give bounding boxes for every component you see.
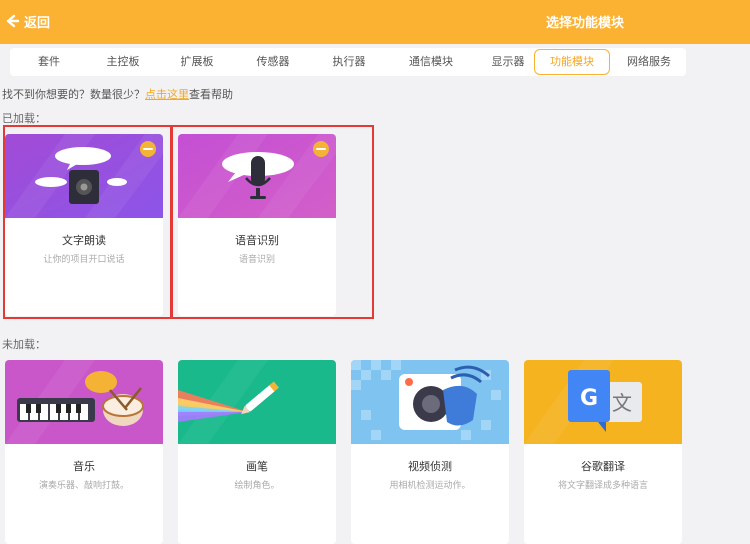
- help-link[interactable]: 点击这里: [145, 88, 189, 101]
- module-name: 画笔: [246, 460, 268, 473]
- module-name: 视频侦测: [408, 460, 452, 473]
- tab-network-service[interactable]: 网络服务: [614, 49, 684, 75]
- tab-mainboard[interactable]: 主控板: [90, 49, 156, 75]
- google-translate-banner: 文 G: [524, 360, 682, 444]
- video-sensing-banner: [351, 360, 509, 444]
- tab-kit[interactable]: 套件: [16, 49, 82, 75]
- pen-banner: [178, 360, 336, 444]
- help-hint: 找不到你想要的？数量很少？点击这里查看帮助: [2, 86, 233, 102]
- back-label: 返回: [24, 15, 51, 31]
- tab-display[interactable]: 显示器: [476, 49, 540, 75]
- tab-expansion-board[interactable]: 扩展板: [164, 49, 230, 75]
- back-button[interactable]: 返回: [4, 10, 50, 32]
- hint-text-after: 查看帮助: [189, 88, 233, 101]
- module-desc: 演奏乐器、敲响打鼓。: [38, 481, 129, 491]
- module-desc: 用相机检测运动作。: [389, 481, 471, 491]
- module-name: 谷歌翻译: [581, 460, 625, 473]
- module-desc: 将文字翻译成多种语言: [557, 481, 648, 491]
- tab-communication[interactable]: 通信模块: [390, 49, 472, 75]
- svg-text:G: G: [580, 386, 598, 411]
- top-bar: 返回 选择功能模块: [0, 0, 750, 44]
- module-card-music[interactable]: 音乐 演奏乐器、敲响打鼓。: [5, 360, 163, 544]
- back-arrow-icon: [6, 14, 20, 28]
- svg-text:文: 文: [612, 391, 632, 415]
- highlight-box: [3, 125, 172, 319]
- module-card-video-sensing[interactable]: 视频侦测 用相机检测运动作。: [351, 360, 509, 544]
- category-tabs: 套件 主控板 扩展板 传感器 执行器 通信模块 显示器 功能模块 网络服务: [10, 48, 686, 76]
- hint-text: 找不到你想要的？数量很少？: [2, 88, 145, 101]
- unloaded-label: 未加载：: [2, 338, 46, 351]
- module-card-google-translate[interactable]: 文 G 谷歌翻译 将文字翻译成多种语言: [524, 360, 682, 544]
- highlight-box: [171, 125, 374, 319]
- module-card-pen[interactable]: 画笔 绘制角色。: [178, 360, 336, 544]
- module-name: 音乐: [73, 460, 95, 473]
- page-title: 选择功能模块: [545, 16, 624, 31]
- module-desc: 绘制角色。: [234, 481, 280, 491]
- music-banner: [5, 360, 163, 444]
- tab-sensor[interactable]: 传感器: [238, 49, 308, 75]
- tab-actuator[interactable]: 执行器: [314, 49, 384, 75]
- loaded-label: 已加载：: [2, 112, 46, 125]
- tab-function-module[interactable]: 功能模块: [534, 49, 610, 75]
